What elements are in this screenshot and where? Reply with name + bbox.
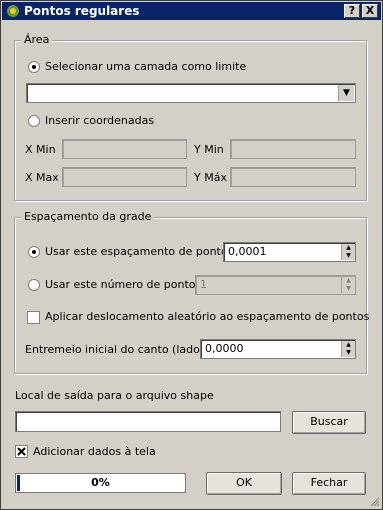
title-bar[interactable]: Pontos regulares ? X xyxy=(2,2,381,20)
spin-up-icon[interactable]: ▲ xyxy=(341,341,355,349)
spin-up-icon[interactable]: ▲ xyxy=(341,244,355,252)
ymin-label: Y Min xyxy=(194,143,224,156)
ymax-field[interactable] xyxy=(230,167,356,187)
coords-label[interactable]: Inserir coordenadas xyxy=(45,114,154,127)
window-title: Pontos regulares xyxy=(24,4,140,18)
count-radio[interactable] xyxy=(28,279,40,291)
add-to-canvas-checkbox[interactable] xyxy=(15,445,28,458)
help-button[interactable]: ? xyxy=(344,4,360,18)
spin-down-icon[interactable]: ▼ xyxy=(341,349,355,357)
spin-down-icon[interactable]: ▼ xyxy=(341,285,355,293)
select-layer-label[interactable]: Selecionar uma camada como limite xyxy=(45,60,246,73)
spin-down-icon[interactable]: ▼ xyxy=(341,252,355,260)
chevron-down-icon[interactable]: ▼ xyxy=(338,85,354,101)
inset-spinbox[interactable]: 0,0000 ▲ ▼ xyxy=(200,339,356,359)
spacing-label[interactable]: Usar este espaçamento de pontos xyxy=(45,245,233,258)
coords-radio[interactable] xyxy=(28,115,40,127)
spin-up-icon[interactable]: ▲ xyxy=(341,277,355,285)
spacing-radio[interactable] xyxy=(28,246,40,258)
inset-value: 0,0000 xyxy=(205,342,244,355)
count-label[interactable]: Usar este número de pontos xyxy=(45,278,201,291)
progress-text: 0% xyxy=(91,476,110,489)
ymax-label: Y Máx xyxy=(194,171,227,184)
resize-grip-icon[interactable] xyxy=(370,497,380,507)
dialog-window: Pontos regulares ? X Área Selecionar uma… xyxy=(0,0,383,510)
grid-spacing-title: Espaçamento da grade xyxy=(21,210,155,223)
output-path-field[interactable] xyxy=(15,411,281,432)
area-group-title: Área xyxy=(21,33,53,46)
checkmark-icon xyxy=(17,447,26,456)
progress-bar: 0% xyxy=(15,473,186,493)
spacing-spinbox[interactable]: 0,0001 ▲ ▼ xyxy=(223,242,356,262)
ok-button[interactable]: OK xyxy=(206,472,282,495)
qgis-logo-icon xyxy=(7,5,19,17)
inset-label: Entremeio inicial do canto (lado LH) xyxy=(25,343,223,356)
select-layer-radio[interactable] xyxy=(28,61,40,73)
close-button[interactable]: Fechar xyxy=(292,472,366,495)
ymin-field[interactable] xyxy=(230,139,356,159)
xmin-field[interactable] xyxy=(62,139,187,159)
spacing-value: 0,0001 xyxy=(228,245,267,258)
add-to-canvas-label[interactable]: Adicionar dados à tela xyxy=(33,445,156,458)
xmax-label: X Max xyxy=(25,171,59,184)
random-offset-checkbox[interactable] xyxy=(27,311,40,324)
count-spinbox[interactable]: 1 ▲ ▼ xyxy=(195,275,356,295)
xmin-label: X Min xyxy=(25,143,56,156)
layer-select[interactable]: ▼ xyxy=(26,83,356,103)
output-label: Local de saída para o arquivo shape xyxy=(15,389,214,402)
browse-button[interactable]: Buscar xyxy=(292,411,366,434)
close-window-button[interactable]: X xyxy=(362,4,378,18)
xmax-field[interactable] xyxy=(62,167,187,187)
random-offset-label[interactable]: Aplicar deslocamento aleatório ao espaça… xyxy=(45,310,369,323)
count-value: 1 xyxy=(200,278,207,291)
